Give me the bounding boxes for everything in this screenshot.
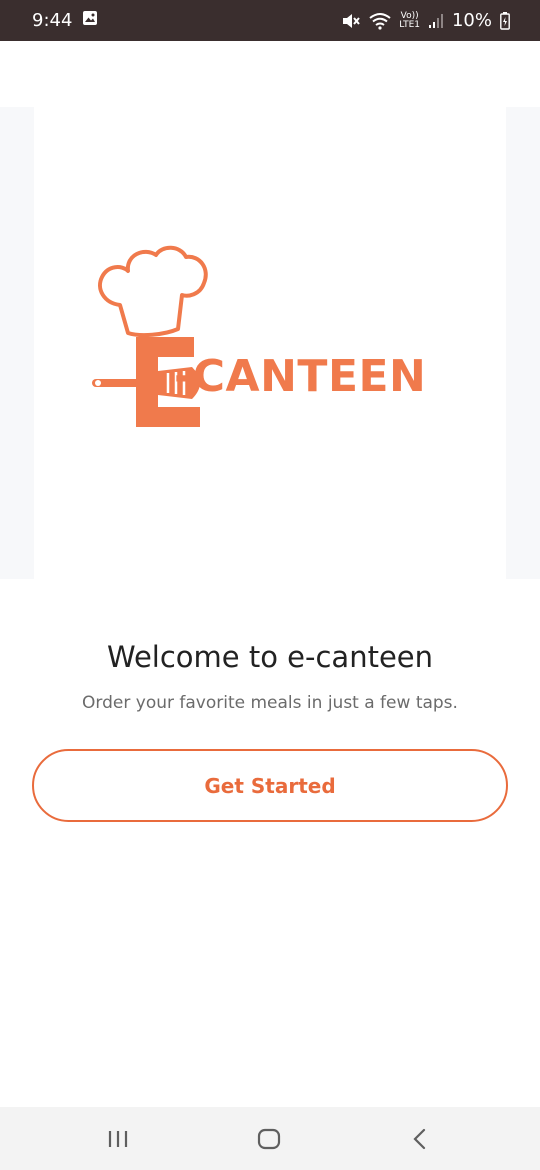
volte-icon: Vo)) LTE1 <box>399 11 420 30</box>
back-icon <box>413 1128 426 1149</box>
logo-wordmark: -CANTEEN <box>174 351 427 402</box>
status-bar: 9:44 Vo)) LTE1 10% <box>0 0 540 41</box>
home-icon <box>257 1128 281 1149</box>
recents-icon <box>108 1130 128 1147</box>
back-button[interactable] <box>390 1107 450 1170</box>
welcome-subtitle: Order your favorite meals in just a few … <box>82 693 458 713</box>
status-time: 9:44 <box>32 10 73 31</box>
system-navigation-bar <box>0 1107 540 1170</box>
hero-background: -CANTEEN <box>0 107 540 579</box>
battery-percent: 10% <box>451 10 492 31</box>
battery-charging-icon <box>500 11 510 30</box>
network-label: LTE1 <box>399 19 420 30</box>
get-started-button[interactable]: Get Started <box>32 749 508 822</box>
gallery-notification-icon <box>82 10 98 31</box>
hero-card: -CANTEEN <box>34 107 506 579</box>
signal-icon <box>428 13 444 29</box>
recents-button[interactable] <box>88 1107 148 1170</box>
wifi-icon <box>369 12 391 30</box>
mute-icon <box>341 12 361 30</box>
home-button[interactable] <box>239 1107 299 1170</box>
welcome-title: Welcome to e-canteen <box>106 640 434 674</box>
chef-hat-spatula-logo-icon <box>92 245 208 427</box>
